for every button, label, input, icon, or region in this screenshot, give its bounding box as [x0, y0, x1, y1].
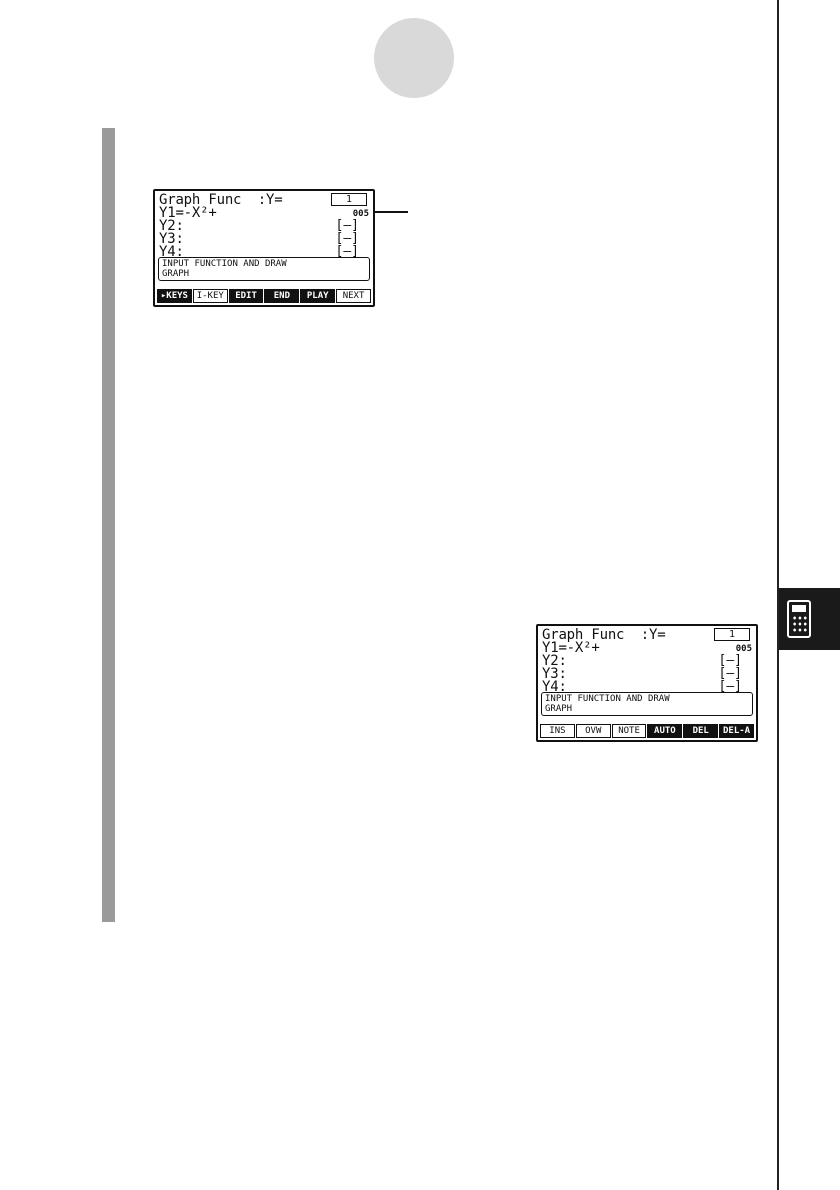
- chapter-tab: [779, 588, 840, 650]
- function-menu: ▸KEYS I-KEY EDIT END PLAY NEXT: [157, 289, 371, 303]
- empty-bracket: [—]: [335, 245, 359, 257]
- function-y3: Y3:: [159, 231, 184, 247]
- message-line-1: INPUT FUNCTION AND DRAW: [545, 694, 670, 704]
- message-box: INPUT FUNCTION AND DRAW GRAPH: [158, 257, 370, 281]
- menu-ins[interactable]: INS: [540, 724, 575, 738]
- message-box: INPUT FUNCTION AND DRAW GRAPH: [541, 692, 753, 716]
- menu-i-key[interactable]: I-KEY: [192, 289, 228, 303]
- function-y4: Y4:: [159, 245, 184, 257]
- menu-note[interactable]: NOTE: [611, 724, 647, 738]
- calculator-icon: [787, 600, 811, 638]
- calculator-screen-1: Graph Func :Y= 1 005 Y1=-X²+ Y2: Y3: Y4:…: [153, 189, 375, 307]
- empty-bracket: [—]: [718, 666, 742, 681]
- calculator-screen-2: Graph Func :Y= 1 005 Y1=-X²+ Y2: Y3: Y4:…: [536, 624, 758, 742]
- callout-leader-line: [374, 211, 408, 213]
- menu-next[interactable]: NEXT: [336, 289, 371, 303]
- function-y4: Y4:: [542, 680, 567, 692]
- message-line-2: GRAPH: [545, 704, 573, 714]
- line-indicator: 1: [714, 628, 750, 641]
- menu-del-a[interactable]: DEL-A: [719, 724, 754, 738]
- function-y3: Y3:: [542, 666, 567, 682]
- line-indicator: 1: [331, 193, 367, 206]
- menu-edit[interactable]: EDIT: [228, 289, 264, 303]
- function-menu: INS OVW NOTE AUTO DEL DEL-A: [540, 724, 754, 738]
- menu-play[interactable]: PLAY: [300, 289, 336, 303]
- menu-del[interactable]: DEL: [683, 724, 719, 738]
- menu-ovw[interactable]: OVW: [575, 724, 611, 738]
- page-marker-circle: [374, 18, 454, 98]
- menu-end[interactable]: END: [264, 289, 300, 303]
- menu-auto[interactable]: AUTO: [647, 724, 683, 738]
- message-line-1: INPUT FUNCTION AND DRAW: [162, 259, 287, 269]
- message-line-2: GRAPH: [162, 269, 190, 279]
- empty-bracket: [—]: [718, 680, 742, 692]
- menu-keys[interactable]: ▸KEYS: [157, 289, 192, 303]
- empty-bracket: [—]: [335, 231, 359, 246]
- step-sidebar-bar: [102, 128, 115, 922]
